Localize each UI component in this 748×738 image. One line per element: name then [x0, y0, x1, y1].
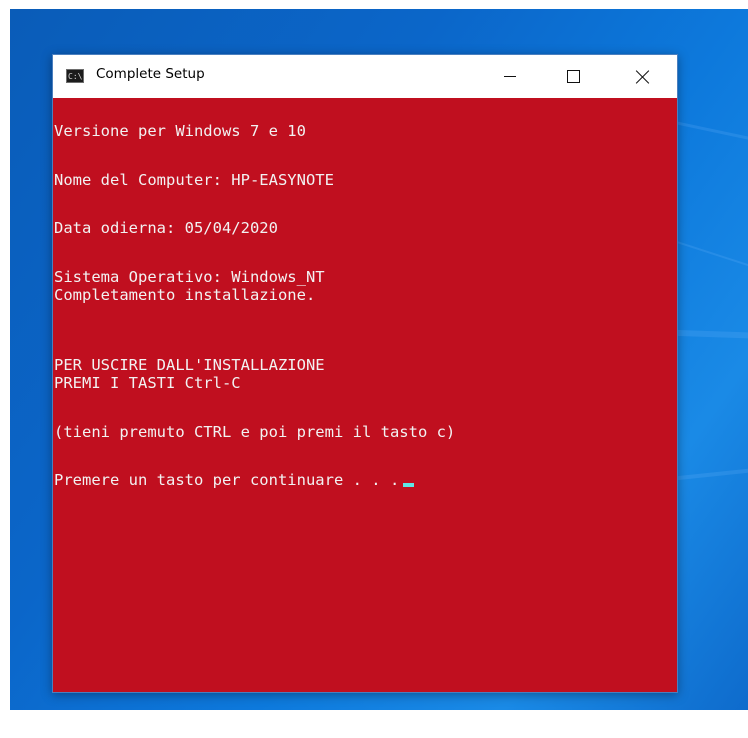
cmd-icon[interactable]: C:\. [66, 69, 84, 83]
console-line-ctrl-c: PREMI I TASTI Ctrl-C [54, 374, 241, 392]
console-line-ctrl-hint: (tieni premuto CTRL e poi premi il tasto… [54, 423, 456, 441]
minimize-button[interactable] [487, 55, 533, 98]
close-button[interactable] [619, 55, 665, 98]
text-cursor [403, 483, 415, 487]
console-line-exit-title: PER USCIRE DALL'INSTALLAZIONE [54, 356, 325, 374]
console-line-date: Data odierna: 05/04/2020 [54, 219, 278, 237]
window-title: Complete Setup [96, 66, 205, 82]
console-line-prompt: Premere un tasto per continuare . . . [54, 471, 415, 489]
console-line-os: Sistema Operativo: Windows_NT [54, 268, 325, 286]
console-line-computer-name: Nome del Computer: HP-EASYNOTE [54, 171, 334, 189]
prompt-text: Premere un tasto per continuare . . . [54, 471, 400, 489]
console-window[interactable]: C:\. Complete Setup Versione per Windows… [52, 54, 678, 693]
title-bar[interactable]: C:\. Complete Setup [53, 55, 677, 98]
console-output[interactable]: Versione per Windows 7 e 10 Nome del Com… [53, 98, 677, 692]
console-line-version: Versione per Windows 7 e 10 [54, 122, 306, 140]
close-icon [635, 70, 649, 84]
maximize-button[interactable] [550, 55, 596, 98]
maximize-icon [566, 70, 580, 83]
console-line-completing: Completamento installazione. [54, 286, 316, 304]
minimize-icon [504, 76, 516, 77]
